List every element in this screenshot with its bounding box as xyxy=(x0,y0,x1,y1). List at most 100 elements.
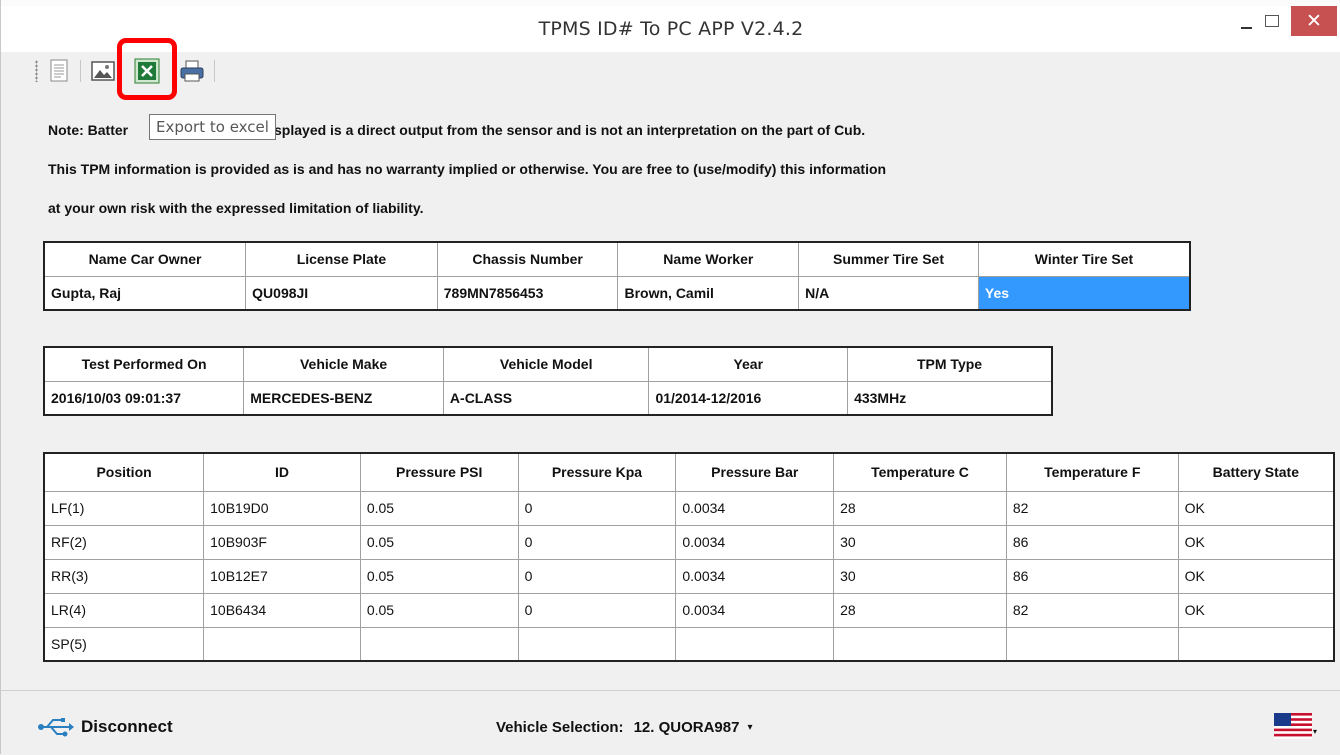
minimize-icon xyxy=(1240,27,1252,29)
sensor-cell-position[interactable]: RR(3) xyxy=(43,558,205,594)
sensor-cell-bar[interactable]: 0.0034 xyxy=(675,490,835,526)
sensor-header-kpa: Pressure Kpa xyxy=(517,452,677,492)
sensor-cell-id[interactable]: 10B6434 xyxy=(203,592,361,628)
sensor-cell-kpa[interactable]: 0 xyxy=(517,558,677,594)
sensor-cell-temp-f[interactable]: 86 xyxy=(1005,524,1179,560)
sensor-cell-temp-f[interactable]: 82 xyxy=(1005,592,1179,628)
sensor-cell-position[interactable]: SP(5) xyxy=(43,626,205,662)
maximize-button[interactable] xyxy=(1255,6,1289,36)
table-row[interactable]: RR(3) 10B12E7 0.05 0 0.0034 30 86 OK xyxy=(43,558,1335,594)
sensor-cell-battery[interactable]: OK xyxy=(1177,490,1335,526)
owner-header-plate: License Plate xyxy=(245,241,438,277)
image-icon[interactable] xyxy=(90,58,116,84)
owner-table: Name Car Owner License Plate Chassis Num… xyxy=(43,241,1191,311)
vehicle-header-make: Vehicle Make xyxy=(243,346,444,382)
sensor-cell-psi[interactable]: 0.05 xyxy=(359,524,519,560)
vehicle-selection-label: Vehicle Selection: xyxy=(496,719,624,736)
us-flag-icon[interactable] xyxy=(1274,713,1312,739)
sensor-cell-psi[interactable]: 0.05 xyxy=(359,558,519,594)
excel-highlight-box xyxy=(117,38,177,100)
winter-tire-cell[interactable]: Yes xyxy=(977,275,1191,311)
title-bar[interactable]: TPMS ID# To PC APP V2.4.2 ✕ xyxy=(1,6,1340,52)
note-line-3: at your own risk with the expressed limi… xyxy=(48,200,424,216)
owner-header-chassis: Chassis Number xyxy=(436,241,619,277)
language-chevron-icon[interactable]: ▾ xyxy=(1313,727,1317,736)
toolbar xyxy=(1,52,1340,90)
usb-icon xyxy=(38,718,74,737)
sensor-cell-battery[interactable] xyxy=(1177,626,1335,662)
vehicle-table: Test Performed On Vehicle Make Vehicle M… xyxy=(43,346,1053,416)
sensor-cell-bar[interactable]: 0.0034 xyxy=(675,558,835,594)
vehicle-selection-value: 12. QUORA987 xyxy=(633,719,740,736)
chassis-number-cell[interactable]: 789MN7856453 xyxy=(436,275,619,311)
vehicle-year-cell[interactable]: 01/2014-12/2016 xyxy=(648,380,849,416)
table-row[interactable]: LR(4) 10B6434 0.05 0 0.0034 28 82 OK xyxy=(43,592,1335,628)
sensor-cell-kpa[interactable]: 0 xyxy=(517,592,677,628)
sensor-cell-psi[interactable]: 0.05 xyxy=(359,592,519,628)
sensor-table-body: LF(1) 10B19D0 0.05 0 0.0034 28 82 OK RF(2) 10B903… xyxy=(43,490,1335,662)
sensor-cell-temp-c[interactable]: 28 xyxy=(833,592,1007,628)
table-row[interactable]: RF(2) 10B903F 0.05 0 0.0034 30 86 OK xyxy=(43,524,1335,560)
toolbar-separator xyxy=(214,60,215,82)
sensor-header-temp-c: Temperature C xyxy=(833,452,1007,492)
sensor-cell-temp-c[interactable]: 30 xyxy=(833,558,1007,594)
sensor-cell-temp-c[interactable] xyxy=(833,626,1007,662)
owner-header-name: Name Car Owner xyxy=(43,241,247,277)
sensor-cell-position[interactable]: RF(2) xyxy=(43,524,205,560)
toolbar-grip[interactable] xyxy=(35,60,38,82)
license-plate-cell[interactable]: QU098JI xyxy=(245,275,438,311)
sensor-cell-bar[interactable]: 0.0034 xyxy=(675,592,835,628)
test-date-cell[interactable]: 2016/10/03 09:01:37 xyxy=(43,380,245,416)
note-line-1-end: isplayed is a direct output from the sen… xyxy=(270,122,866,138)
sensor-cell-position[interactable]: LR(4) xyxy=(43,592,205,628)
sensor-cell-id[interactable]: 10B903F xyxy=(203,524,361,560)
maximize-icon xyxy=(1265,15,1279,27)
sensor-cell-kpa[interactable]: 0 xyxy=(517,490,677,526)
sensor-cell-id[interactable]: 10B19D0 xyxy=(203,490,361,526)
sensor-cell-bar[interactable]: 0.0034 xyxy=(675,524,835,560)
note-line-2: This TPM information is provided as is a… xyxy=(48,161,887,177)
printer-icon[interactable] xyxy=(179,58,205,84)
sensor-cell-id[interactable]: 10B12E7 xyxy=(203,558,361,594)
owner-name-cell[interactable]: Gupta, Raj xyxy=(43,275,247,311)
sensor-header-position: Position xyxy=(43,452,205,492)
table-row[interactable]: SP(5) xyxy=(43,626,1335,662)
document-icon[interactable] xyxy=(46,58,72,84)
sensor-cell-temp-c[interactable]: 28 xyxy=(833,490,1007,526)
tpm-type-cell[interactable]: 433MHz xyxy=(847,380,1053,416)
disconnect-button[interactable]: Disconnect xyxy=(37,717,173,737)
sensor-cell-battery[interactable]: OK xyxy=(1177,592,1335,628)
window-title: TPMS ID# To PC APP V2.4.2 xyxy=(538,18,804,40)
sensor-cell-temp-f[interactable] xyxy=(1005,626,1179,662)
close-button[interactable]: ✕ xyxy=(1291,6,1337,36)
owner-header-summer: Summer Tire Set xyxy=(798,241,979,277)
table-row[interactable]: LF(1) 10B19D0 0.05 0 0.0034 28 82 OK xyxy=(43,490,1335,526)
sensor-cell-psi[interactable]: 0.05 xyxy=(359,490,519,526)
vehicle-selection-dropdown[interactable]: Vehicle Selection: 12. QUORA987 ▾ xyxy=(496,719,752,736)
sensor-cell-battery[interactable]: OK xyxy=(1177,524,1335,560)
sensor-cell-kpa[interactable]: 0 xyxy=(517,524,677,560)
sensor-header-temp-f: Temperature F xyxy=(1005,452,1179,492)
toolbar-separator xyxy=(80,60,81,82)
vehicle-header-tpm-type: TPM Type xyxy=(847,346,1053,382)
note-line-1-start: Note: Batter xyxy=(48,122,129,138)
owner-header-winter: Winter Tire Set xyxy=(977,241,1191,277)
vehicle-header-year: Year xyxy=(648,346,849,382)
sensor-cell-temp-c[interactable]: 30 xyxy=(833,524,1007,560)
disconnect-label: Disconnect xyxy=(81,717,173,736)
export-excel-tooltip: Export to excel xyxy=(149,114,276,140)
sensor-cell-temp-f[interactable]: 82 xyxy=(1005,490,1179,526)
sensor-cell-battery[interactable]: OK xyxy=(1177,558,1335,594)
vehicle-model-cell[interactable]: A-CLASS xyxy=(442,380,650,416)
vehicle-header-test-date: Test Performed On xyxy=(43,346,245,382)
sensor-cell-psi[interactable] xyxy=(359,626,519,662)
sensor-cell-position[interactable]: LF(1) xyxy=(43,490,205,526)
sensor-cell-temp-f[interactable]: 86 xyxy=(1005,558,1179,594)
summer-tire-cell[interactable]: N/A xyxy=(798,275,979,311)
sensor-header-bar: Pressure Bar xyxy=(675,452,835,492)
vehicle-make-cell[interactable]: MERCEDES-BENZ xyxy=(243,380,444,416)
sensor-cell-id[interactable] xyxy=(203,626,361,662)
sensor-cell-kpa[interactable] xyxy=(517,626,677,662)
worker-name-cell[interactable]: Brown, Camil xyxy=(617,275,800,311)
sensor-cell-bar[interactable] xyxy=(675,626,835,662)
